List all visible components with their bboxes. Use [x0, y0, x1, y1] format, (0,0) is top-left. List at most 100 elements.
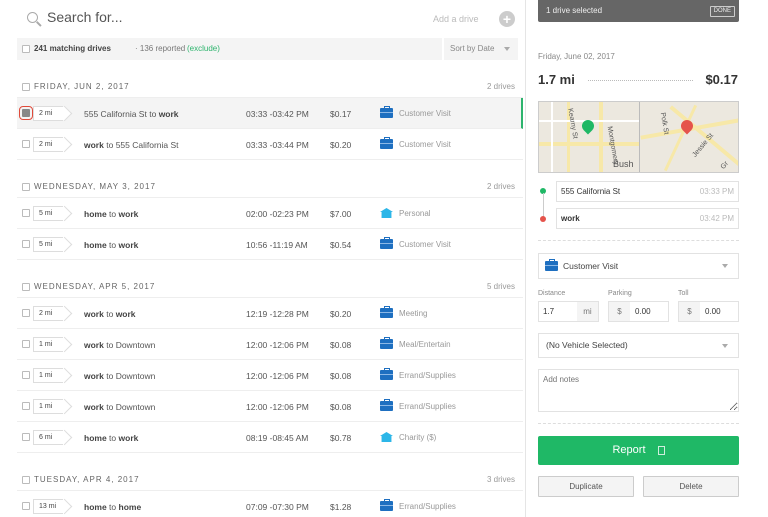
row-checkbox[interactable]	[22, 502, 30, 510]
selection-text: 1 drive selected	[546, 6, 603, 15]
route: work to Downtown	[84, 371, 155, 381]
distance-input[interactable]: 1.7 mi	[538, 301, 599, 322]
route-from: work	[84, 371, 104, 381]
drive-amount: $0.17	[705, 72, 738, 87]
row-checkbox[interactable]	[22, 240, 30, 248]
search-input[interactable]	[47, 9, 347, 25]
drive-row[interactable]: 2 mi 555 California St to work 03:33 -03…	[17, 98, 523, 129]
drive-category: Meal/Entertain	[399, 340, 451, 349]
end-location-field[interactable]: work 03:42 PM	[556, 208, 739, 229]
exclude-link[interactable]: (exclude)	[187, 38, 220, 60]
briefcase-icon	[380, 106, 393, 118]
group-count: 3 drives	[486, 475, 515, 484]
date-group-header: WEDNESDAY, MAY 3, 2017 2 drives	[17, 174, 523, 198]
notes-input[interactable]	[538, 369, 739, 412]
matching-count: 241 matching drives	[34, 44, 111, 53]
route-from: work	[84, 309, 104, 319]
route-map[interactable]: Kearny St Montgomery Bush Polk St Jessie…	[538, 101, 739, 173]
route-sep: to	[106, 309, 114, 319]
select-all-checkbox[interactable]	[22, 45, 30, 53]
route-sep: to	[109, 502, 117, 512]
done-button[interactable]: DONE	[709, 6, 735, 17]
toll-input[interactable]: $ 0.00	[678, 301, 739, 322]
briefcase-icon	[380, 337, 393, 349]
row-checkbox[interactable]	[19, 106, 33, 120]
distance-unit: mi	[577, 302, 598, 321]
route-to: work	[118, 240, 139, 250]
add-drive-plus-icon[interactable]: +	[499, 11, 515, 27]
drive-time: 08:19 -08:45 AM	[246, 433, 309, 443]
briefcase-icon	[380, 499, 393, 511]
route-to: Downtown	[115, 340, 156, 350]
group-checkbox[interactable]	[22, 83, 30, 91]
drive-date: Friday, June 02, 2017	[538, 52, 615, 61]
report-button[interactable]: Report	[538, 436, 739, 465]
drive-category: Errand/Supplies	[399, 402, 456, 411]
drive-row[interactable]: 13 mi home to home 07:09 -07:30 PM $1.28…	[17, 491, 523, 517]
drive-time: 12:00 -12:06 PM	[246, 340, 309, 350]
row-checkbox[interactable]	[22, 433, 30, 441]
row-checkbox[interactable]	[22, 402, 30, 410]
parking-currency: $	[609, 302, 630, 321]
row-checkbox[interactable]	[22, 309, 30, 317]
drive-row[interactable]: 5 mi home to work 02:00 -02:23 PM $7.00 …	[17, 198, 523, 229]
start-place: 555 California St	[561, 187, 621, 196]
miles-badge: 5 mi	[33, 206, 63, 221]
drive-category: Meeting	[399, 309, 428, 318]
search-bar: Add a drive +	[17, 0, 523, 38]
row-checkbox[interactable]	[22, 340, 30, 348]
route: work to Downtown	[84, 402, 155, 412]
group-count: 5 drives	[486, 282, 515, 291]
distance-label: Distance	[538, 290, 566, 297]
drive-row[interactable]: 2 mi work to work 12:19 -12:28 PM $0.20 …	[17, 298, 523, 329]
drive-row[interactable]: 6 mi home to work 08:19 -08:45 AM $0.78 …	[17, 422, 523, 453]
group-checkbox[interactable]	[22, 283, 30, 291]
route-sep: to	[106, 371, 114, 381]
route-from: home	[84, 240, 107, 250]
drive-cost: $0.08	[330, 371, 352, 381]
drive-time: 07:09 -07:30 PM	[246, 502, 309, 512]
delete-button[interactable]: Delete	[643, 476, 739, 497]
drive-cost: $0.78	[330, 433, 352, 443]
drive-row[interactable]: 5 mi home to work 10:56 -11:19 AM $0.54 …	[17, 229, 523, 260]
toll-value: 0.00	[705, 307, 721, 316]
group-checkbox[interactable]	[22, 183, 30, 191]
drive-row[interactable]: 2 mi work to 555 California St 03:33 -03…	[17, 129, 523, 160]
group-date: WEDNESDAY, APR 5, 2017	[34, 282, 156, 291]
drive-row[interactable]: 1 mi work to Downtown 12:00 -12:06 PM $0…	[17, 360, 523, 391]
distance-value: 1.7	[543, 307, 555, 316]
date-group: WEDNESDAY, MAY 3, 2017 2 drives 5 mi hom…	[17, 174, 523, 260]
filter-bar: 241 matching drives · 136 reported (excl…	[17, 38, 518, 60]
route: work to 555 California St	[84, 140, 179, 150]
row-checkbox[interactable]	[22, 371, 30, 379]
add-drive-link[interactable]: Add a drive	[433, 14, 479, 24]
start-location-field[interactable]: 555 California St 03:33 PM	[556, 181, 739, 202]
end-dot-icon	[540, 216, 546, 222]
end-place: work	[561, 214, 580, 223]
route-sep: to	[106, 402, 114, 412]
drive-row[interactable]: 1 mi work to Downtown 12:00 -12:06 PM $0…	[17, 329, 523, 360]
home-icon	[380, 208, 393, 218]
route-from: home	[84, 502, 107, 512]
drive-category: Charity ($)	[399, 433, 437, 442]
route-from: home	[84, 209, 107, 219]
group-checkbox[interactable]	[22, 476, 30, 484]
row-checkbox[interactable]	[22, 140, 30, 148]
parking-input[interactable]: $ 0.00	[608, 301, 669, 322]
row-checkbox[interactable]	[22, 209, 30, 217]
briefcase-icon	[380, 306, 393, 318]
category-select[interactable]: Customer Visit	[538, 253, 739, 279]
duplicate-button[interactable]: Duplicate	[538, 476, 634, 497]
drive-list: FRIDAY, JUN 2, 2017 2 drives 2 mi 555 Ca…	[17, 60, 523, 517]
route-sep: to	[106, 340, 114, 350]
drive-row[interactable]: 1 mi work to Downtown 12:00 -12:06 PM $0…	[17, 391, 523, 422]
route-to: work	[118, 433, 139, 443]
group-count: 2 drives	[486, 82, 515, 91]
divider	[538, 423, 739, 424]
drive-time: 12:19 -12:28 PM	[246, 309, 309, 319]
vehicle-select[interactable]: (No Vehicle Selected)	[538, 333, 739, 358]
sort-dropdown[interactable]: Sort by Date	[442, 38, 518, 60]
drive-time: 10:56 -11:19 AM	[246, 240, 308, 250]
miles-badge: 2 mi	[33, 137, 63, 152]
report-label: Report	[612, 444, 646, 456]
